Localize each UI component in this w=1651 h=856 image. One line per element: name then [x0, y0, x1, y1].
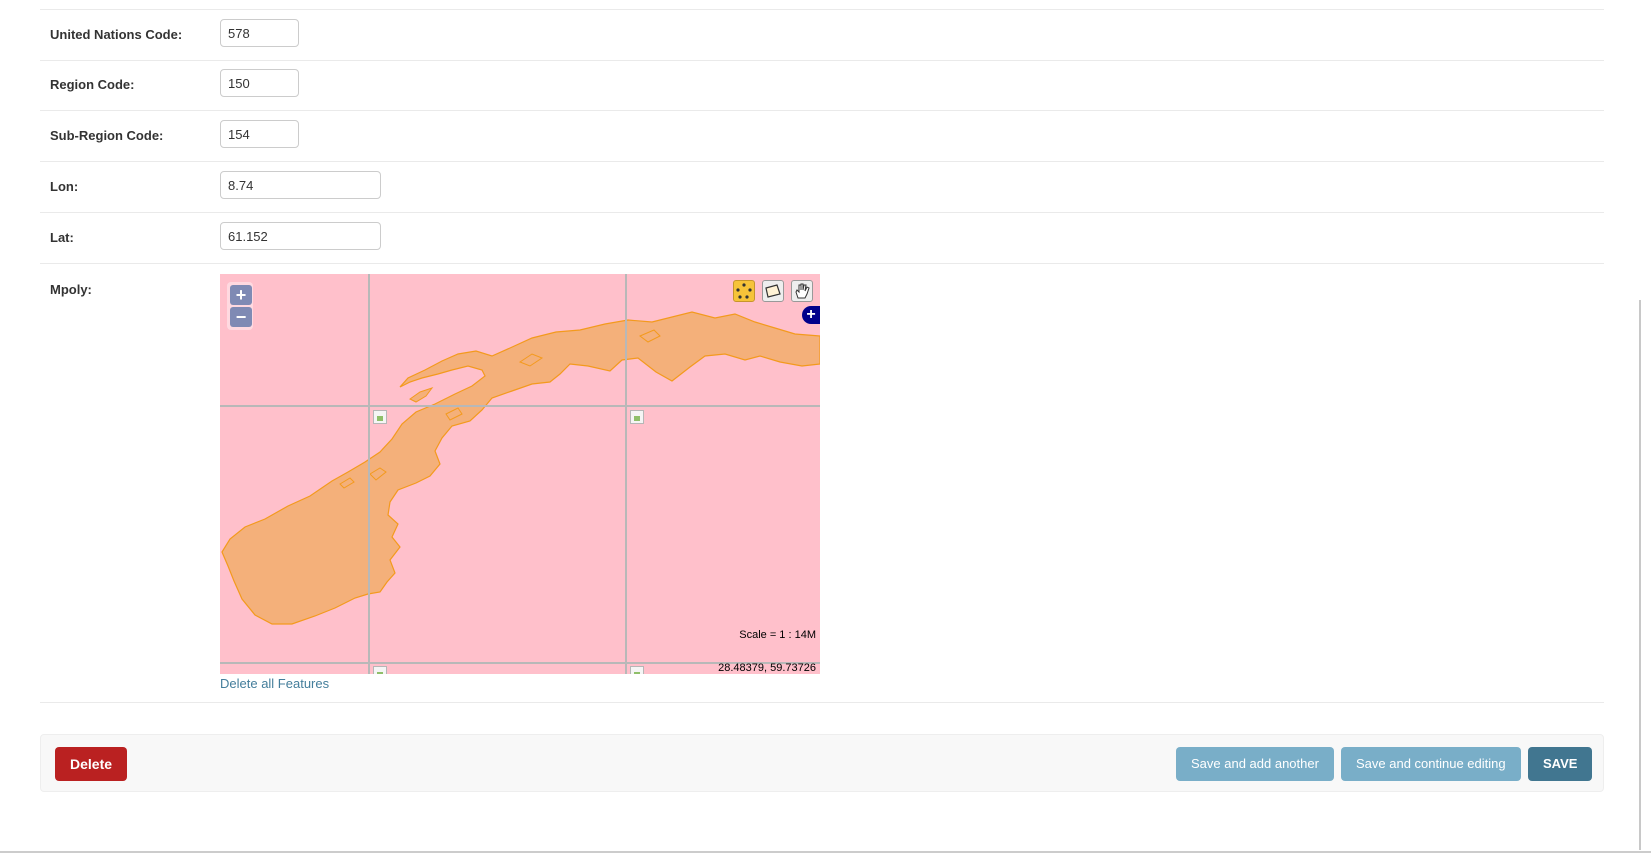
save-and-add-another-button[interactable]: Save and add another — [1176, 747, 1334, 781]
broken-tile-image-icon — [373, 410, 387, 424]
mpoly-label: Mpoly: — [50, 282, 92, 297]
modify-feature-icon[interactable] — [762, 280, 784, 302]
un-code-label: United Nations Code: — [50, 27, 183, 42]
zoom-out-button[interactable]: − — [230, 307, 252, 327]
draw-polygon-icon[interactable] — [733, 280, 755, 302]
delete-all-features-link[interactable]: Delete all Features — [220, 676, 329, 691]
lon-input[interactable] — [220, 171, 381, 199]
page-bottom-border — [0, 851, 1651, 853]
broken-tile-image-icon — [630, 666, 644, 674]
lat-label: Lat: — [50, 230, 74, 245]
subregion-code-label: Sub-Region Code: — [50, 128, 164, 143]
form-row-un-code: United Nations Code: — [40, 9, 1604, 61]
pan-hand-icon[interactable] — [791, 280, 813, 302]
un-code-input[interactable] — [220, 19, 299, 47]
form-row-lon: Lon: — [40, 162, 1604, 213]
layer-switcher-button[interactable]: + — [802, 306, 820, 324]
map-tile-border — [625, 274, 627, 674]
mpoly-map-widget[interactable]: + − + Scale = 1 : 14M 28.48379, 59.73726 — [220, 274, 820, 674]
form-row-region-code: Region Code: — [40, 60, 1604, 111]
zoom-control: + − — [227, 282, 253, 330]
norway-polygon — [221, 311, 820, 625]
save-and-continue-button[interactable]: Save and continue editing — [1341, 747, 1521, 781]
delete-button[interactable]: Delete — [55, 747, 128, 781]
map-mouse-position: 28.48379, 59.73726 — [718, 662, 816, 674]
lon-label: Lon: — [50, 179, 79, 194]
map-tile-border — [220, 405, 820, 407]
broken-tile-image-icon — [630, 410, 644, 424]
form-row-lat: Lat: — [40, 213, 1604, 264]
save-button[interactable]: SAVE — [1528, 747, 1593, 781]
region-code-input[interactable] — [220, 69, 299, 97]
map-tile-border — [368, 274, 370, 674]
vertical-scrollbar[interactable] — [1639, 300, 1641, 850]
subregion-code-input[interactable] — [220, 120, 299, 148]
submit-row: Delete Save and add another Save and con… — [40, 734, 1604, 792]
region-code-label: Region Code: — [50, 77, 135, 92]
broken-tile-image-icon — [373, 666, 387, 674]
map-scale-text: Scale = 1 : 14M — [739, 629, 816, 641]
zoom-in-button[interactable]: + — [230, 285, 252, 305]
lat-input[interactable] — [220, 222, 381, 250]
form-row-subregion-code: Sub-Region Code: — [40, 111, 1604, 162]
